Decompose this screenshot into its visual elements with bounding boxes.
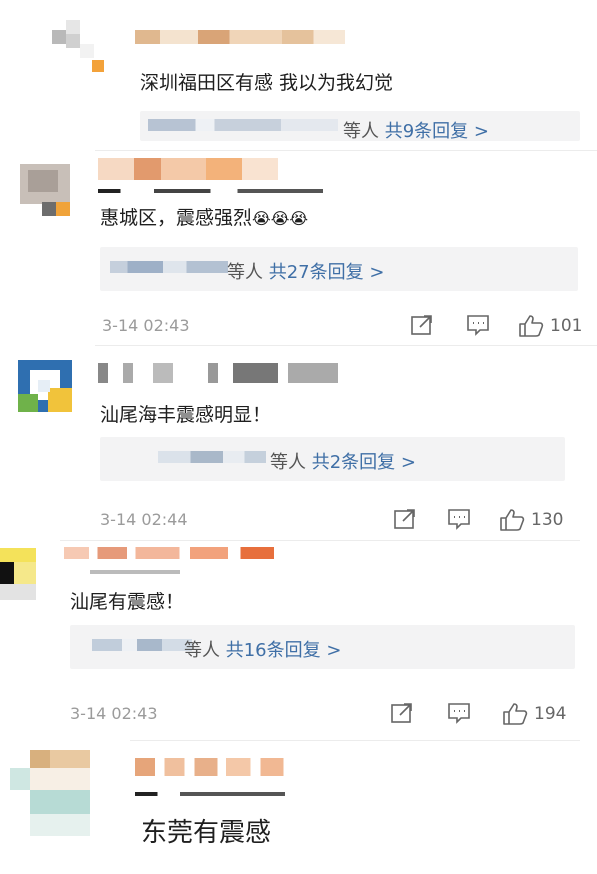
comment-2: 惠城区，震感强烈😭😭😭 等人 共27条回复 > 3-14 02:43 101 (0, 150, 597, 345)
replies-preview[interactable]: 等人 共9条回复 > (140, 111, 580, 142)
comment-4: 汕尾有震感！ 等人 共16条回复 > 3-14 02:43 194 (0, 540, 597, 740)
replies-others: 等人 (184, 640, 220, 661)
avatar[interactable] (18, 360, 72, 412)
comment-text: 汕尾有震感！ (70, 591, 185, 613)
like-count: 101 (550, 316, 583, 336)
replies-preview[interactable]: 等人 共16条回复 > (70, 625, 575, 669)
share-icon (411, 315, 432, 335)
crying-emoji-icon: 😭 (252, 209, 271, 228)
replies-preview[interactable]: 等人 共27条回复 > (100, 247, 578, 291)
share-button[interactable] (393, 508, 417, 530)
like-count: 130 (531, 510, 564, 530)
comment-button[interactable] (447, 702, 471, 724)
comment-text: 惠城区，震感强烈😭😭😭 (100, 207, 309, 229)
replies-preview[interactable]: 等人 共2条回复 > (100, 437, 565, 481)
comment-button[interactable] (466, 314, 490, 336)
username[interactable] (135, 758, 300, 776)
like-button[interactable]: 130 (499, 508, 563, 532)
thumbs-up-icon (500, 509, 525, 531)
username[interactable] (64, 547, 274, 559)
avatar[interactable] (20, 164, 70, 219)
comment-icon (448, 509, 470, 530)
replies-others: 等人 (270, 452, 306, 473)
avatar[interactable] (10, 750, 102, 838)
comment-text: 深圳福田区有感 我以为我幻觉 (140, 72, 394, 94)
timestamp: 3-14 02:44 (100, 510, 188, 529)
replies-count-link[interactable]: 共16条回复 > (226, 640, 342, 661)
timestamp: 3-14 02:43 (102, 316, 190, 335)
share-icon (391, 703, 412, 723)
crying-emoji-icon: 😭 (270, 209, 290, 228)
comment-1: 深圳福田区有感 我以为我幻觉 等人 共9条回复 > (0, 0, 597, 150)
comment-icon (467, 315, 489, 336)
replies-count-link[interactable]: 共9条回复 > (385, 121, 489, 142)
comment-5: 东莞有震感 (0, 740, 597, 874)
username[interactable] (98, 158, 278, 180)
comment-3: 汕尾海丰震感明显！ 等人 共2条回复 > 3-14 02:44 130 (0, 345, 597, 540)
replies-others: 等人 (343, 121, 379, 142)
share-button[interactable] (390, 702, 414, 724)
comment-text: 汕尾海丰震感明显！ (100, 404, 272, 426)
comment-text: 东莞有震感 (141, 818, 272, 848)
replies-count-link[interactable]: 共27条回复 > (269, 262, 385, 283)
like-button[interactable]: 194 (502, 702, 566, 726)
like-count: 194 (534, 704, 567, 724)
replies-others: 等人 (227, 262, 263, 283)
thumbs-up-icon (503, 703, 528, 725)
like-button[interactable]: 101 (518, 314, 582, 338)
avatar[interactable] (0, 548, 40, 603)
avatar[interactable] (52, 20, 104, 72)
share-button[interactable] (410, 314, 434, 336)
thumbs-up-icon (519, 315, 544, 337)
username[interactable] (98, 363, 348, 383)
comment-icon (448, 703, 470, 724)
share-icon (394, 509, 415, 529)
username[interactable] (135, 30, 345, 44)
timestamp: 3-14 02:43 (70, 704, 158, 723)
comment-button[interactable] (447, 508, 471, 530)
crying-emoji-icon: 😭 (289, 209, 309, 228)
replies-count-link[interactable]: 共2条回复 > (312, 452, 416, 473)
